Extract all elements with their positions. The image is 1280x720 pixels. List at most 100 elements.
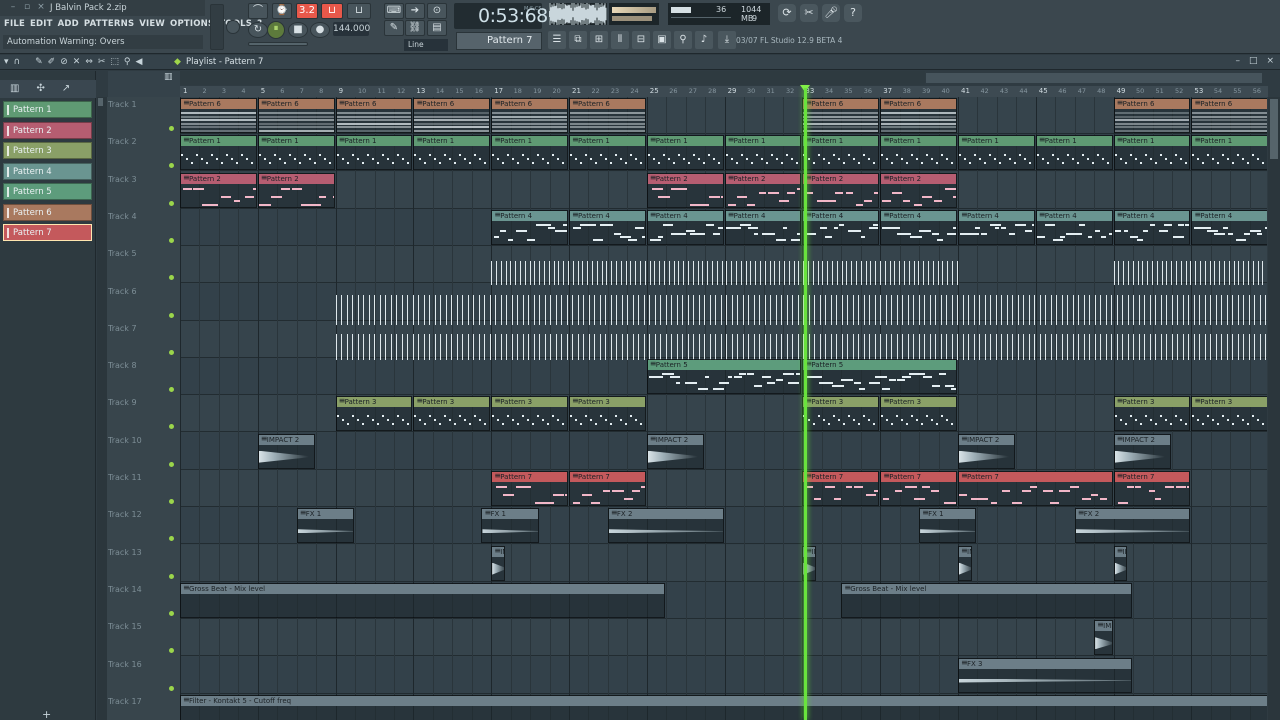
clip-p3[interactable]: Pattern 3 [413, 396, 491, 432]
loop-icon[interactable]: ↻ [248, 22, 268, 38]
menu-item-options[interactable]: OPTIONS [170, 17, 214, 31]
browser-icon[interactable]: ⊟ [632, 31, 650, 49]
clip-p6[interactable]: Pattern 6 [491, 98, 568, 133]
clip-p2[interactable]: Pattern 2 [802, 172, 880, 208]
clip-p7[interactable]: Pattern 7 [491, 471, 568, 506]
close-icon[interactable]: × [1266, 56, 1274, 66]
step-edit-icon[interactable]: ⊔ [321, 3, 343, 19]
clip-impact[interactable]: IMPACT 2 [646, 433, 705, 469]
close-icon[interactable]: × [36, 2, 46, 12]
piano-roll-icon[interactable]: ⧉ [569, 31, 587, 49]
clip-fx2[interactable]: FX 2 [1074, 508, 1191, 544]
minimize-icon[interactable]: – [8, 2, 18, 12]
clip-impact[interactable]: IMPACT 2 [257, 433, 316, 469]
menu-arrow-icon[interactable]: ▾ [4, 57, 9, 68]
channel-rack-icon[interactable]: ⊞ [590, 31, 608, 49]
track-label-9[interactable]: Track 9 [108, 398, 178, 407]
playlist-grid[interactable]: Pattern 6Pattern 6Pattern 6Pattern 6Patt… [180, 97, 1267, 720]
magnet-icon[interactable]: ∩ [14, 57, 21, 68]
blend-notes-icon[interactable]: ⊔ [347, 3, 371, 19]
clip-p7[interactable]: Pattern 7 [569, 471, 646, 506]
clip-p7[interactable]: Pattern 7 [958, 471, 1113, 506]
tempo-display[interactable]: 144.000 [333, 22, 370, 36]
track-row[interactable] [180, 283, 1267, 321]
track-row[interactable] [180, 544, 1267, 582]
clip-filter[interactable]: Filter - Kontakt 5 - Cutoff freq [180, 694, 1267, 720]
track-mute-led[interactable] [169, 499, 174, 504]
track-label-3[interactable]: Track 3 [108, 175, 178, 184]
clip-p7[interactable]: Pattern 7 [880, 471, 957, 506]
clip-p1[interactable]: Pattern 1 [646, 135, 724, 171]
microphone-icon[interactable]: 🎤︎ [822, 4, 840, 22]
slip-icon[interactable]: ⇔ [85, 57, 93, 68]
clip-p2[interactable]: Pattern 2 [180, 172, 257, 208]
automation-icon[interactable]: ↗ [62, 83, 70, 94]
clip-impact[interactable]: IMPACT 2 [1094, 620, 1113, 656]
metronome-icon[interactable]: ⌒ [248, 3, 268, 19]
track-mute-led[interactable] [169, 126, 174, 131]
clip-p3[interactable]: Pattern 3 [569, 396, 646, 432]
track-row[interactable] [180, 432, 1267, 470]
track-label-8[interactable]: Track 8 [108, 361, 178, 370]
slice-icon[interactable]: ✂ [98, 57, 106, 68]
clip-p6[interactable]: Pattern 6 [569, 98, 646, 133]
maximize-icon[interactable]: □ [1249, 56, 1258, 66]
track-label-5[interactable]: Track 5 [108, 249, 178, 258]
clip-p1[interactable]: Pattern 1 [491, 135, 568, 171]
menu-item-edit[interactable]: EDIT [30, 17, 53, 31]
plugin-icon[interactable]: ⚲ [674, 31, 692, 49]
master-pitch-knob[interactable] [226, 20, 240, 34]
clip-p3[interactable]: Pattern 3 [1191, 396, 1267, 432]
clip-p3[interactable]: Pattern 3 [880, 396, 957, 432]
clip-p1[interactable]: Pattern 1 [1191, 135, 1267, 171]
clip-p4[interactable]: Pattern 4 [880, 209, 957, 245]
pause-button[interactable]: ⏸ [267, 21, 285, 39]
piano-icon[interactable]: ▥ [164, 72, 173, 82]
clip-p4[interactable]: Pattern 4 [958, 209, 1035, 245]
clip-p6[interactable]: Pattern 6 [802, 98, 880, 133]
timeline-ruler[interactable]: 1 5 9 13 17 21 25 29 33 37 41 45 49 53 2 3 4 6 7 8 10 11 12 14 1… [180, 86, 1268, 97]
tools-icon[interactable]: ✂ [800, 4, 818, 22]
menu-item-add[interactable]: ADD [58, 17, 79, 31]
clip-p4[interactable]: Pattern 4 [491, 209, 568, 245]
track-label-16[interactable]: Track 16 [108, 660, 178, 669]
clip-p3[interactable]: Pattern 3 [802, 396, 880, 432]
wait-input-icon[interactable]: ⌚ [272, 3, 292, 19]
clip-fx1[interactable]: FX 1 [481, 508, 539, 544]
add-pattern-icon[interactable]: + [42, 708, 51, 720]
clip-p2[interactable]: Pattern 2 [257, 172, 335, 208]
clip-p4[interactable]: Pattern 4 [802, 209, 880, 245]
zoom-icon[interactable]: ⚲ [124, 57, 131, 68]
track-mute-led[interactable] [169, 200, 174, 206]
snap-icon[interactable]: ➔ [405, 3, 425, 19]
link-icon[interactable]: ⛓ [405, 20, 425, 36]
online-icon[interactable]: ♪ [695, 31, 713, 49]
menu-item-view[interactable]: VIEW [139, 17, 165, 31]
minimize-icon[interactable]: – [1235, 56, 1240, 66]
recording-icon[interactable]: ⊙ [427, 3, 447, 19]
clip-gross[interactable]: Gross Beat - Mix level [841, 582, 1133, 618]
restore-icon[interactable]: ▫ [22, 2, 32, 12]
clip-p1[interactable]: Pattern 1 [802, 135, 880, 171]
snap-select[interactable]: Line [404, 39, 448, 51]
track-label-6[interactable]: Track 6 [108, 287, 178, 296]
clip-p1[interactable]: Pattern 1 [880, 135, 957, 171]
track-scroll-handle[interactable] [98, 98, 103, 106]
vertical-scroll-thumb[interactable] [1270, 99, 1278, 159]
clip-p1[interactable]: Pattern 1 [257, 135, 335, 171]
clip-p3[interactable]: Pattern 3 [1113, 396, 1191, 432]
clip-impact[interactable]: IMPACT 2 [1113, 433, 1171, 469]
speaker-icon[interactable]: ◀ [136, 57, 143, 68]
project-icon[interactable]: ▣ [653, 31, 671, 49]
piano-icon[interactable]: ▥ [10, 83, 19, 94]
clip-p6[interactable]: Pattern 6 [257, 98, 335, 133]
pattern-item-1[interactable]: Pattern 1 [3, 101, 92, 118]
clip-p3[interactable]: Pattern 3 [335, 396, 413, 432]
clip-fx1[interactable]: FX 1 [296, 508, 355, 544]
pattern-item-5[interactable]: Pattern 5 [3, 183, 92, 200]
clip-impact[interactable]: IMPACT 2 [1113, 545, 1128, 581]
track-label-17[interactable]: Track 17 [108, 697, 178, 706]
clip-p7[interactable]: Pattern 7 [802, 471, 880, 506]
clip-p4[interactable]: Pattern 4 [646, 209, 724, 245]
pat-song-counter[interactable]: 3.2 [296, 3, 318, 19]
